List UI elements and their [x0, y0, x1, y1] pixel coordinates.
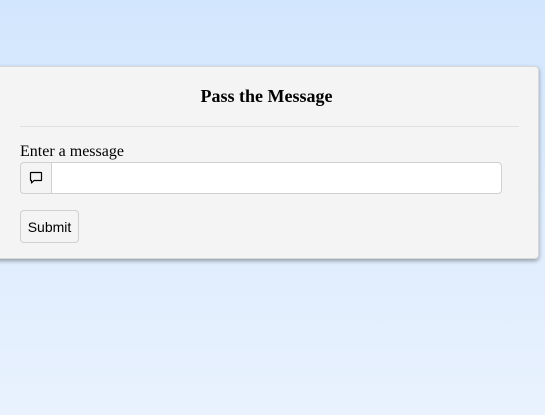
message-card: Pass the Message Enter a message Submit: [0, 66, 539, 259]
submit-button[interactable]: Submit: [20, 210, 79, 243]
speech-bubble-icon: [20, 162, 51, 194]
message-input-group: [20, 162, 502, 194]
card-title: Pass the Message: [200, 86, 333, 106]
message-input[interactable]: [51, 162, 502, 194]
message-label: Enter a message: [20, 143, 124, 160]
card-divider: [20, 126, 519, 127]
